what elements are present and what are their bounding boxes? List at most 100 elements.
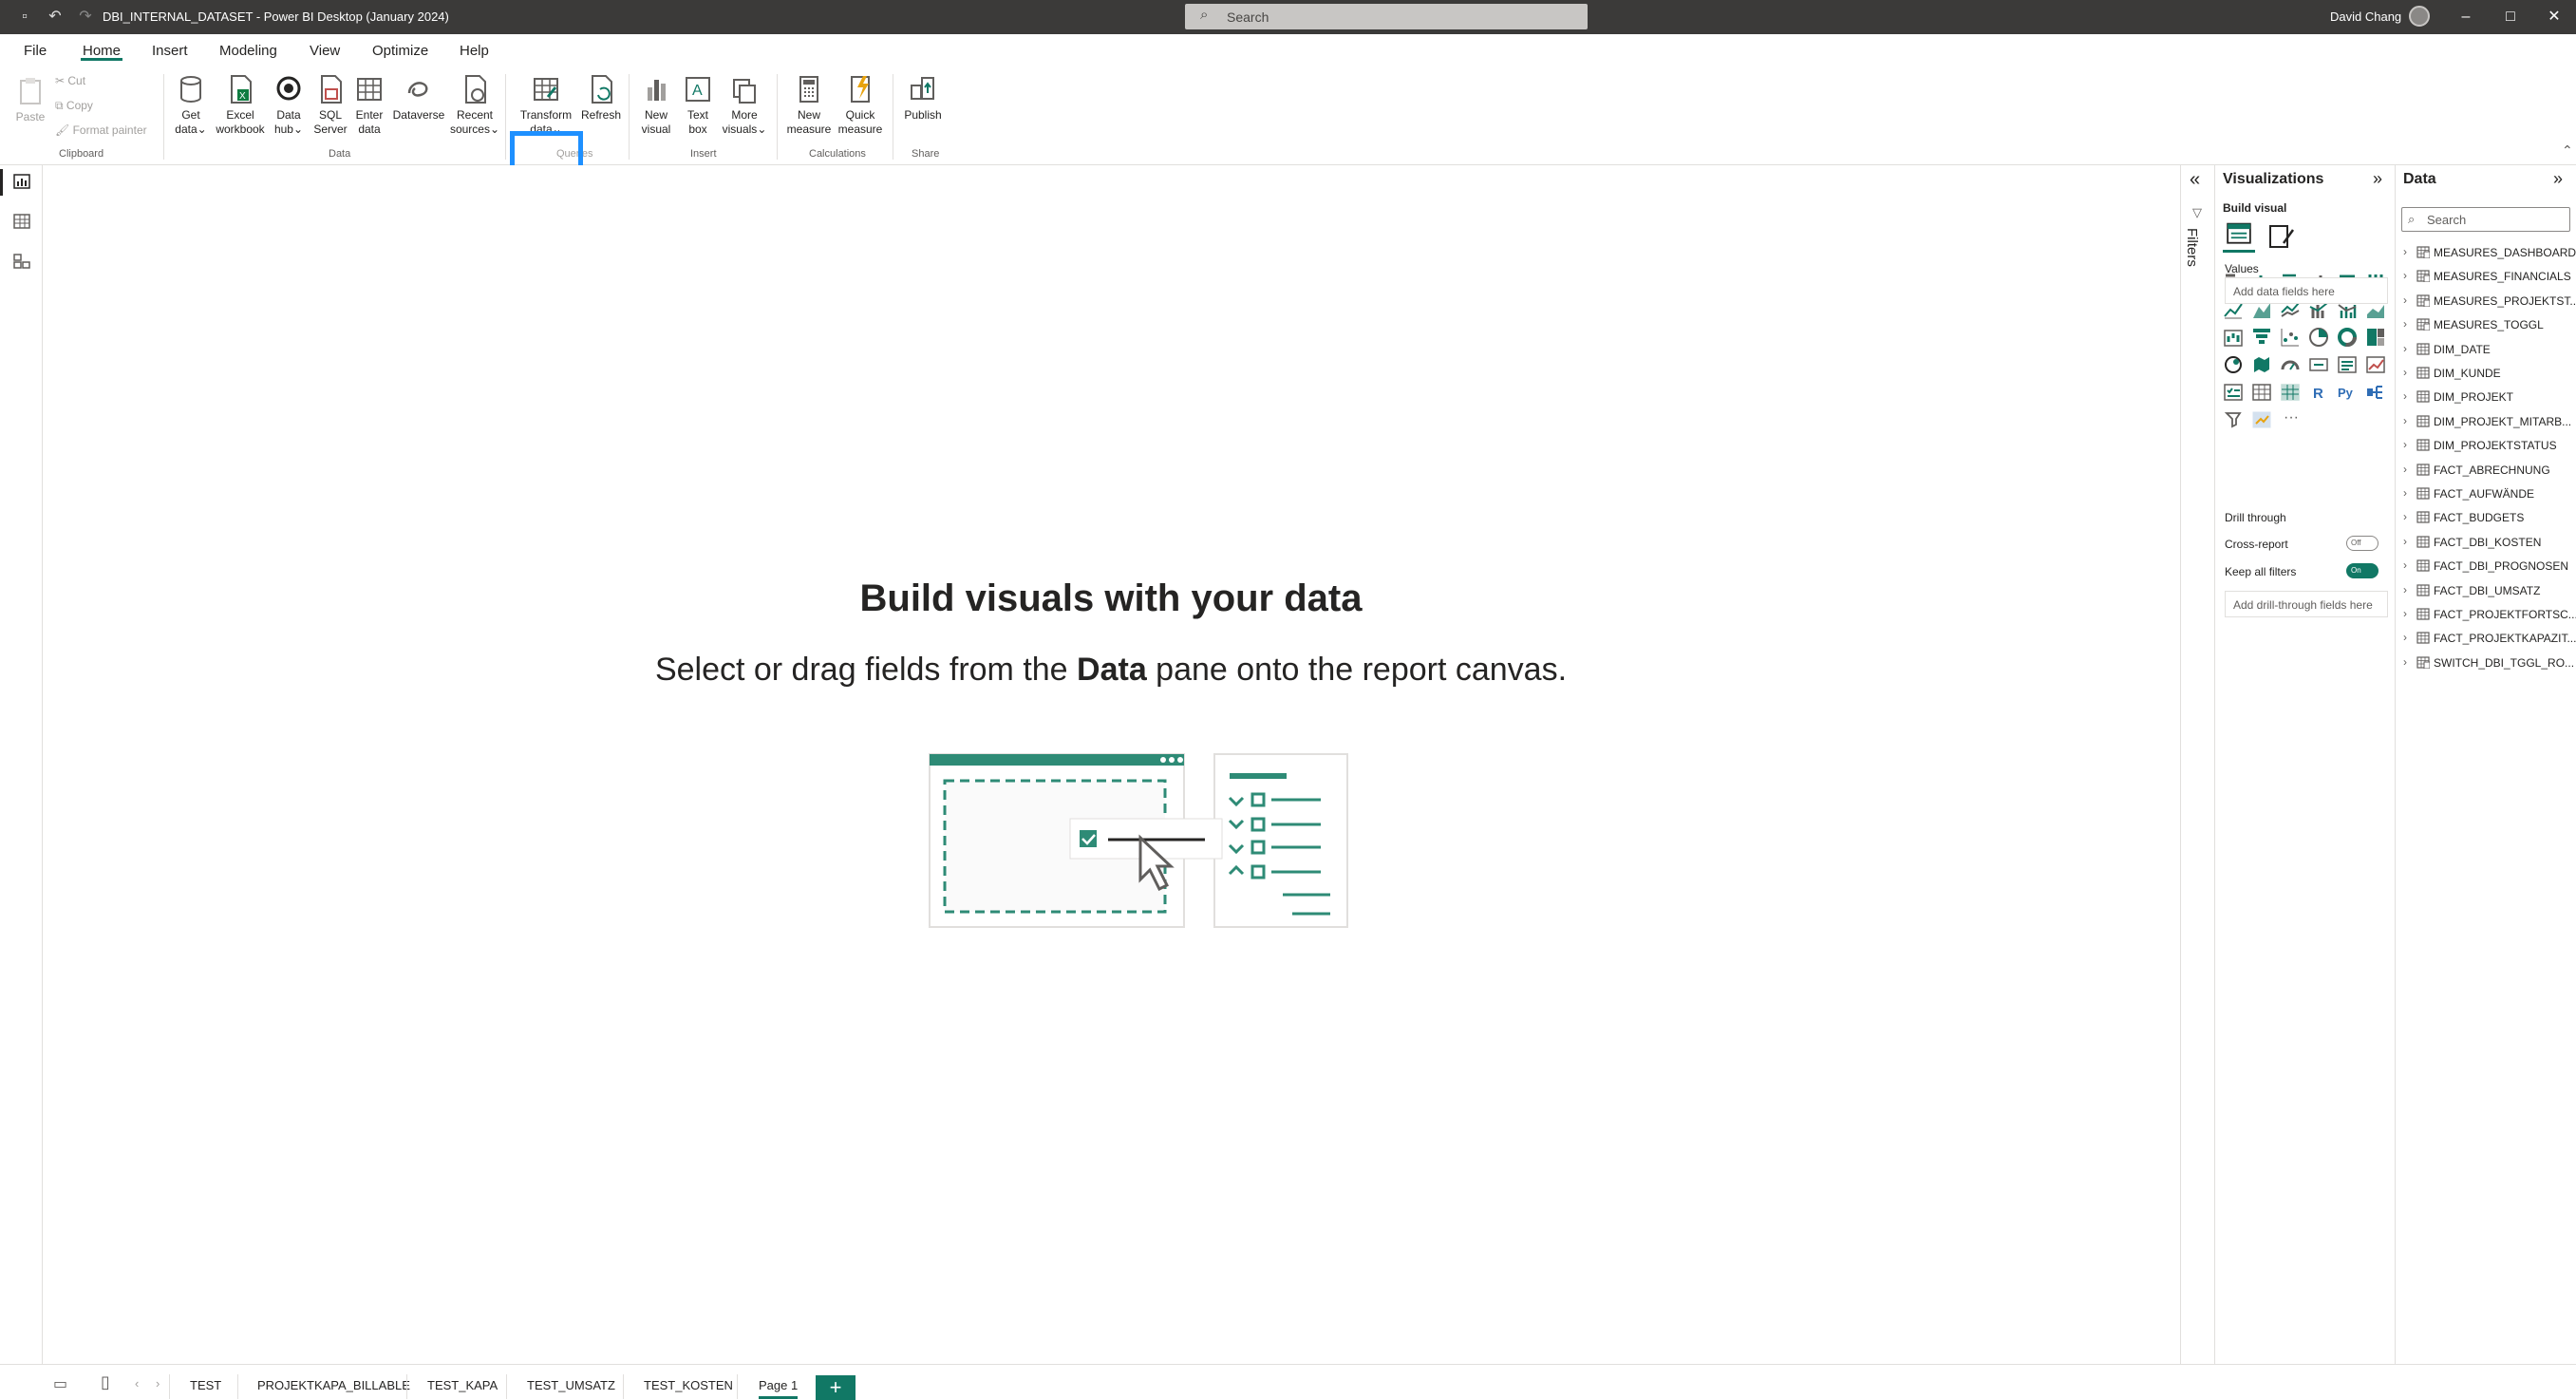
data-table-item[interactable]: › DIM_PROJEKT xyxy=(2401,388,2576,408)
next-page-icon[interactable]: › xyxy=(156,1376,160,1391)
tab-file[interactable]: File xyxy=(24,43,47,59)
python-visual-icon[interactable]: Py xyxy=(2337,382,2360,405)
gauge-icon[interactable] xyxy=(2280,354,2303,377)
minimize-button[interactable]: – xyxy=(2454,6,2477,28)
data-table-item[interactable]: › MEASURES_FINANCIALS xyxy=(2401,267,2576,288)
collapse-ribbon-icon[interactable]: ⌃ xyxy=(2562,142,2573,159)
maximize-button[interactable]: □ xyxy=(2499,6,2522,28)
chevron-right-icon[interactable]: › xyxy=(2403,535,2407,548)
treemap-icon[interactable] xyxy=(2365,327,2388,350)
close-button[interactable]: ✕ xyxy=(2543,6,2566,28)
chevron-right-icon[interactable]: › xyxy=(2403,438,2407,451)
map-icon[interactable] xyxy=(2223,354,2246,377)
publish-button[interactable]: Publish xyxy=(898,74,948,123)
kpi-icon[interactable] xyxy=(2365,354,2388,377)
transform-data-button[interactable]: Transform data⌄ xyxy=(515,74,577,137)
data-table-item[interactable]: › MEASURES_TOGGL xyxy=(2401,315,2576,336)
sql-server-button[interactable]: SQL Server xyxy=(310,74,351,137)
scatter-chart-icon[interactable] xyxy=(2280,327,2303,350)
add-page-button[interactable]: + xyxy=(816,1375,856,1400)
tab-modeling[interactable]: Modeling xyxy=(219,43,277,59)
format-painter-button[interactable]: 🖌 Format painter xyxy=(55,123,147,137)
chevron-right-icon[interactable]: › xyxy=(2403,293,2407,307)
data-table-item[interactable]: › FACT_BUDGETS xyxy=(2401,508,2576,529)
keep-all-filters-toggle[interactable]: On xyxy=(2346,563,2379,578)
chevron-right-icon[interactable]: › xyxy=(2403,631,2407,644)
page-tab-test-umsatz[interactable]: TEST_UMSATZ xyxy=(527,1378,615,1392)
multi-row-card-icon[interactable] xyxy=(2337,354,2360,377)
data-table-item[interactable]: › DIM_PROJEKTSTATUS xyxy=(2401,436,2576,457)
global-search[interactable]: ⌕ Search xyxy=(1185,4,1588,29)
report-view-icon[interactable] xyxy=(12,173,31,190)
waterfall-chart-icon[interactable] xyxy=(2223,327,2246,350)
qa-visual-icon[interactable] xyxy=(2251,409,2274,432)
chevron-right-icon[interactable]: › xyxy=(2403,245,2407,258)
recent-sources-button[interactable]: Recent sources⌄ xyxy=(448,74,501,137)
more-visuals-button[interactable]: More visuals⌄ xyxy=(718,74,771,137)
page-tab-page-1[interactable]: Page 1 xyxy=(759,1378,799,1399)
tab-home[interactable]: Home xyxy=(83,43,121,59)
get-data-button[interactable]: Get data⌄ xyxy=(169,74,213,137)
report-canvas[interactable]: Build visuals with your data Select or d… xyxy=(43,165,2179,1364)
collapse-data-pane-icon[interactable]: » xyxy=(2553,169,2563,189)
table-visual-icon[interactable] xyxy=(2251,382,2274,405)
filled-map-icon[interactable] xyxy=(2251,354,2274,377)
page-tab-test-kapa[interactable]: TEST_KAPA xyxy=(427,1378,498,1392)
collapse-visualizations-icon[interactable]: » xyxy=(2373,169,2382,189)
model-view-icon[interactable] xyxy=(12,253,31,270)
undo-icon[interactable]: ↶ xyxy=(46,8,65,27)
user-name[interactable]: David Chang xyxy=(2330,9,2401,24)
excel-workbook-button[interactable]: X Excel workbook xyxy=(215,74,266,137)
filters-pane-collapsed[interactable]: « ▽ Filters xyxy=(2180,165,2214,1364)
chevron-right-icon[interactable]: › xyxy=(2403,269,2407,282)
drill-through-field-well[interactable]: Add drill-through fields here xyxy=(2225,591,2388,617)
data-table-item[interactable]: › FACT_ABRECHNUNG xyxy=(2401,461,2576,482)
data-table-item[interactable]: › FACT_AUFWÄNDE xyxy=(2401,484,2576,505)
data-table-item[interactable]: › FACT_PROJEKTKAPAZIT... xyxy=(2401,629,2576,650)
data-table-item[interactable]: › MEASURES_PROJEKTST... xyxy=(2401,292,2576,312)
key-influencers-icon[interactable] xyxy=(2365,382,2388,405)
data-table-item[interactable]: › FACT_PROJEKTFORTSC... xyxy=(2401,605,2576,626)
tab-optimize[interactable]: Optimize xyxy=(372,43,428,59)
r-script-visual-icon[interactable]: R xyxy=(2308,382,2331,405)
tab-help[interactable]: Help xyxy=(460,43,489,59)
format-visual-tab-icon[interactable] xyxy=(2265,220,2297,253)
card-icon[interactable] xyxy=(2308,354,2331,377)
paste-button[interactable]: Paste xyxy=(11,76,49,124)
data-table-item[interactable]: › FACT_DBI_UMSATZ xyxy=(2401,581,2576,602)
chevron-right-icon[interactable]: › xyxy=(2403,510,2407,523)
cross-report-toggle[interactable]: Off xyxy=(2346,536,2379,551)
slicer-icon[interactable] xyxy=(2223,382,2246,405)
chevron-right-icon[interactable]: › xyxy=(2403,463,2407,476)
prev-page-icon[interactable]: ‹ xyxy=(135,1376,139,1391)
funnel-chart-icon[interactable] xyxy=(2251,327,2274,350)
desktop-layout-icon[interactable]: ▭ xyxy=(53,1374,67,1393)
new-measure-button[interactable]: New measure xyxy=(782,74,836,137)
redo-icon[interactable]: ↷ xyxy=(76,8,95,27)
cut-button[interactable]: ✂ Cut xyxy=(55,74,85,87)
new-visual-button[interactable]: New visual xyxy=(634,74,678,137)
chevron-right-icon[interactable]: › xyxy=(2403,655,2407,669)
chevron-right-icon[interactable]: › xyxy=(2403,583,2407,596)
data-table-item[interactable]: › SWITCH_DBI_TGGL_RO... xyxy=(2401,653,2576,674)
table-view-icon[interactable] xyxy=(12,213,31,230)
mobile-layout-icon[interactable]: ▯ xyxy=(101,1372,110,1392)
chevron-right-icon[interactable]: › xyxy=(2403,414,2407,427)
chevron-right-icon[interactable]: › xyxy=(2403,317,2407,331)
data-table-item[interactable]: › DIM_KUNDE xyxy=(2401,364,2576,385)
text-box-button[interactable]: A Text box xyxy=(678,74,718,137)
data-table-item[interactable]: › FACT_DBI_PROGNOSEN xyxy=(2401,557,2576,577)
values-field-well[interactable]: Add data fields here xyxy=(2225,277,2388,304)
donut-chart-icon[interactable] xyxy=(2337,327,2360,350)
chevron-right-icon[interactable]: › xyxy=(2403,607,2407,620)
copy-button[interactable]: ⧉ Copy xyxy=(55,99,93,113)
tab-view[interactable]: View xyxy=(310,43,340,59)
page-tab-projektkapa-billable[interactable]: PROJEKTKAPA_BILLABLE xyxy=(257,1378,410,1392)
more-visuals-ellipsis[interactable]: ··· xyxy=(2280,409,2303,432)
chevron-right-icon[interactable]: › xyxy=(2403,342,2407,355)
dataverse-button[interactable]: Dataverse xyxy=(389,74,448,123)
tab-insert[interactable]: Insert xyxy=(152,43,188,59)
page-tab-test-kosten[interactable]: TEST_KOSTEN xyxy=(644,1378,733,1392)
build-visual-tab-icon[interactable] xyxy=(2223,220,2255,253)
decomposition-tree-icon[interactable] xyxy=(2223,409,2246,432)
